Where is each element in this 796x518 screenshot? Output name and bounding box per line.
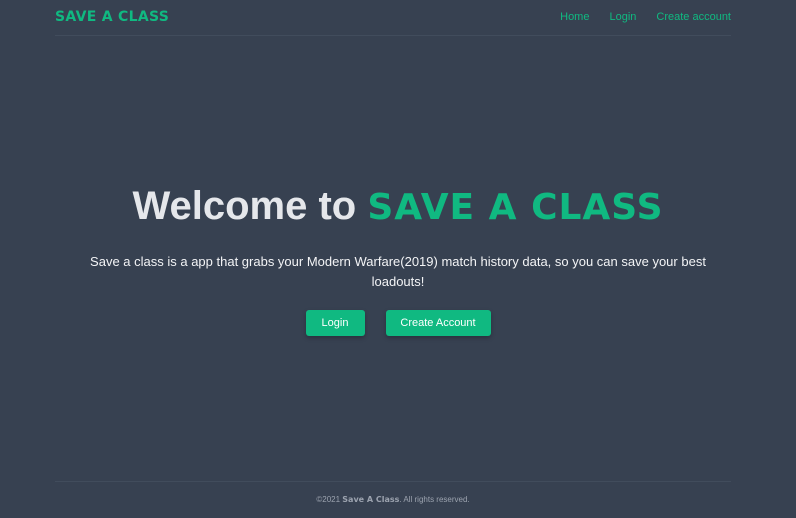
footer-brand: Save A Class [342,495,400,504]
login-button[interactable]: Login [305,310,365,336]
brand-logo[interactable]: SAVE A CLASS [55,9,169,25]
nav-links: Home Login Create account [540,11,731,23]
nav-link-login[interactable]: Login [609,11,636,23]
hero-title-prefix: Welcome to [132,184,368,228]
create-account-button[interactable]: Create Account [385,310,491,336]
hero-description: Save a class is a app that grabs your Mo… [90,254,706,289]
cta-buttons: Login Create Account [0,310,796,336]
nav-link-create-account[interactable]: Create account [656,11,731,23]
hero-title-brand: SAVE A CLASS [367,187,664,228]
footer: ©2021 Save A Class. All rights reserved. [55,481,731,516]
navbar: SAVE A CLASS Home Login Create account [55,0,731,36]
nav-link-home[interactable]: Home [560,11,589,23]
hero-title: Welcome to SAVE A CLASS [0,180,796,234]
footer-rights: . All rights reserved. [399,495,470,504]
footer-copyright: ©2021 [316,495,343,504]
hero-section: Welcome to SAVE A CLASS Save a class is … [0,180,796,336]
